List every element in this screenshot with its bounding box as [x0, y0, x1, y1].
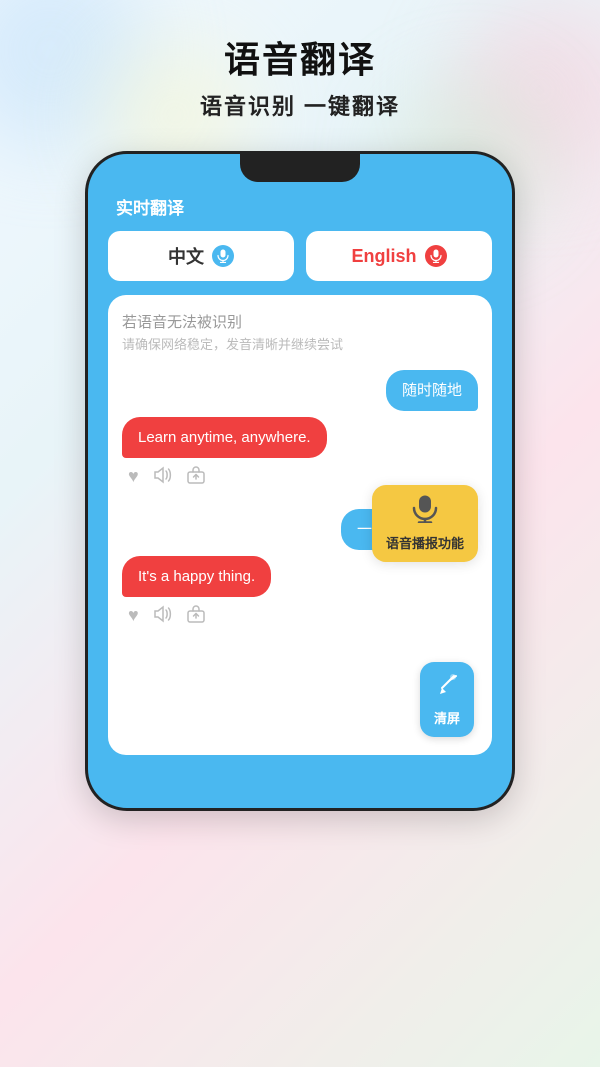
- phone-inner: 实时翻译 中文 English: [108, 194, 492, 755]
- error-title-text: 若语音无法被识别: [122, 311, 478, 335]
- clear-icon: [434, 672, 460, 704]
- error-sub-text: 请确保网络稳定，发音清晰并继续尝试: [122, 335, 478, 356]
- share-svg-2: [187, 605, 205, 623]
- share-svg-1: [187, 466, 205, 484]
- phone-mockup: 实时翻译 中文 English: [85, 151, 515, 811]
- lang-label-chinese: 中文: [168, 243, 204, 269]
- translation-area: 若语音无法被识别 请确保网络稳定，发音清晰并继续尝试 随时随地 Learn an…: [108, 295, 492, 755]
- tooltip-bubble: 语音播报功能: [372, 485, 478, 562]
- bubble-chinese-1: 随时随地: [386, 370, 478, 411]
- mic-svg-blue: [217, 249, 229, 263]
- bubble-english-text-2: It's a happy thing.: [138, 568, 255, 585]
- heart-icon-1[interactable]: ♥: [128, 466, 139, 489]
- speaker-icon-1[interactable]: [153, 466, 173, 489]
- bubble-english-1: Learn anytime, anywhere.: [122, 417, 327, 458]
- bubble-left-2: It's a happy thing.: [122, 556, 478, 597]
- app-title-bar: 实时翻译: [108, 194, 492, 231]
- bubble-left-1: Learn anytime, anywhere.: [122, 417, 478, 458]
- bubble-chinese-text-1: 随时随地: [402, 382, 462, 399]
- lang-btn-english[interactable]: English: [306, 231, 492, 281]
- lang-label-english: English: [351, 246, 416, 267]
- bubble-english-text-1: Learn anytime, anywhere.: [138, 429, 311, 446]
- share-icon-2[interactable]: [187, 605, 205, 628]
- heart-icon-2[interactable]: ♥: [128, 605, 139, 628]
- bubble-right-1: 随时随地: [122, 370, 478, 411]
- share-icon-1[interactable]: [187, 466, 205, 489]
- clear-btn-label: 清屏: [434, 708, 460, 727]
- mic-icon-chinese[interactable]: [212, 245, 234, 267]
- tooltip-mic-svg: [412, 495, 438, 523]
- chat-group-1: 随时随地 Learn anytime, anywhere. ♥: [122, 370, 478, 497]
- action-row-2: ♥: [122, 601, 478, 636]
- speaker-svg-2: [153, 605, 173, 623]
- tooltip-label-text: 语音播报功能: [386, 533, 464, 552]
- error-title: 若语音无法被识别 请确保网络稳定，发音清晰并继续尝试: [122, 311, 478, 356]
- speaker-icon-2[interactable]: [153, 605, 173, 628]
- broom-svg: [434, 672, 460, 698]
- mic-svg-red: [430, 249, 442, 263]
- lang-selector-row: 中文 English: [108, 231, 492, 281]
- header-section: 语音翻译 语音识别 一键翻译: [200, 0, 400, 141]
- bubble-english-2: It's a happy thing.: [122, 556, 271, 597]
- sub-title: 语音识别 一键翻译: [200, 89, 400, 121]
- lang-btn-chinese[interactable]: 中文: [108, 231, 294, 281]
- app-title-text: 实时翻译: [116, 199, 184, 218]
- main-title: 语音翻译: [200, 38, 400, 81]
- tooltip-mic-icon: [412, 495, 438, 529]
- speaker-svg-1: [153, 466, 173, 484]
- mic-icon-english[interactable]: [425, 245, 447, 267]
- clear-button[interactable]: 清屏: [420, 662, 474, 737]
